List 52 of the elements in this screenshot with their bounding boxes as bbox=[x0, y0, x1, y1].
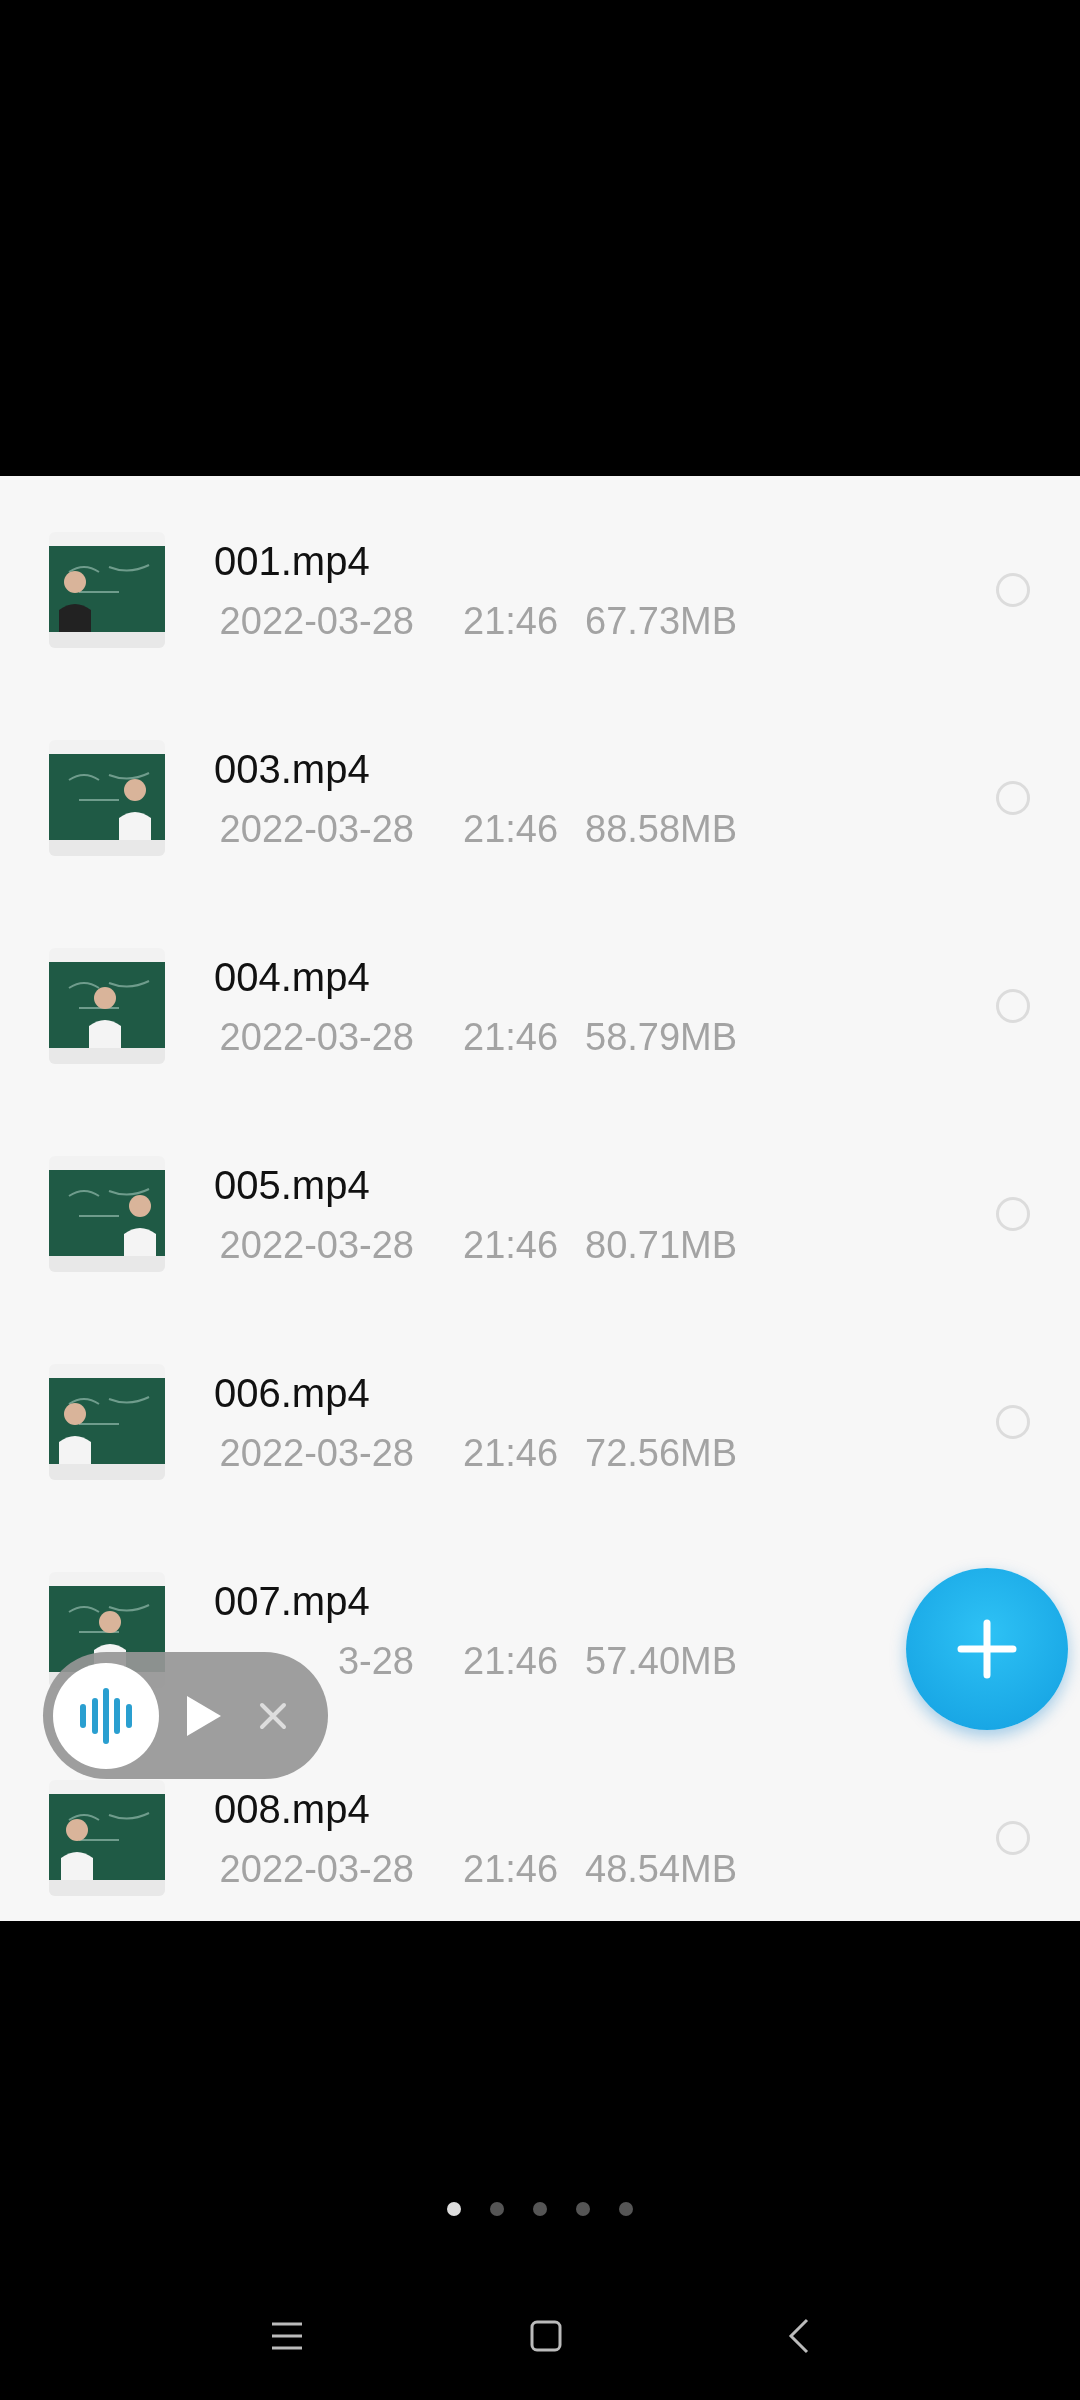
file-name: 001.mp4 bbox=[214, 538, 371, 585]
waveform-icon[interactable] bbox=[53, 1662, 159, 1769]
file-row[interactable]: 006.mp4 2022-03-28 21:46 72.56MB bbox=[0, 1318, 1080, 1526]
file-date: 2022-03-28 bbox=[218, 807, 414, 851]
file-row[interactable]: 008.mp4 2022-03-28 21:46 48.54MB bbox=[0, 1734, 1080, 1921]
file-date: 2022-03-28 bbox=[218, 599, 414, 643]
file-date: 3-28 bbox=[336, 1639, 414, 1683]
radio-button[interactable] bbox=[996, 1197, 1030, 1231]
file-date: 2022-03-28 bbox=[218, 1431, 414, 1475]
file-size: 67.73MB bbox=[585, 599, 738, 643]
radio-button[interactable] bbox=[996, 989, 1030, 1023]
file-name: 005.mp4 bbox=[214, 1162, 371, 1209]
close-icon[interactable] bbox=[259, 1701, 287, 1730]
file-size: 57.40MB bbox=[585, 1639, 738, 1683]
radio-button[interactable] bbox=[996, 1821, 1030, 1855]
file-row[interactable]: 005.mp4 2022-03-28 21:46 80.71MB bbox=[0, 1110, 1080, 1318]
play-icon[interactable] bbox=[185, 1693, 223, 1738]
back-icon[interactable] bbox=[788, 2318, 810, 2354]
radio-button[interactable] bbox=[996, 781, 1030, 815]
radio-button[interactable] bbox=[996, 1405, 1030, 1439]
page-dot[interactable] bbox=[576, 2202, 590, 2216]
radio-button[interactable] bbox=[996, 573, 1030, 607]
menu-icon[interactable] bbox=[270, 2321, 304, 2351]
file-time: 21:46 bbox=[463, 599, 560, 643]
file-size: 88.58MB bbox=[585, 807, 738, 851]
file-date: 2022-03-28 bbox=[218, 1223, 414, 1267]
file-size: 72.56MB bbox=[585, 1431, 738, 1475]
home-icon[interactable] bbox=[530, 2320, 562, 2352]
file-row[interactable]: 004.mp4 2022-03-28 21:46 58.79MB bbox=[0, 902, 1080, 1110]
file-time: 21:46 bbox=[463, 1639, 560, 1683]
file-time: 21:46 bbox=[463, 1223, 560, 1267]
page-dot[interactable] bbox=[447, 2202, 461, 2216]
file-size: 58.79MB bbox=[585, 1015, 738, 1059]
file-size: 80.71MB bbox=[585, 1223, 738, 1267]
file-row[interactable]: 001.mp4 2022-03-28 21:46 67.73MB bbox=[0, 486, 1080, 694]
file-name: 004.mp4 bbox=[214, 954, 371, 1001]
page-dot[interactable] bbox=[619, 2202, 633, 2216]
file-date: 2022-03-28 bbox=[218, 1847, 414, 1891]
file-name: 006.mp4 bbox=[214, 1370, 371, 1417]
file-time: 21:46 bbox=[463, 1431, 560, 1475]
file-size: 48.54MB bbox=[585, 1847, 738, 1891]
file-row[interactable]: 003.mp4 2022-03-28 21:46 88.58MB bbox=[0, 694, 1080, 902]
file-name: 008.mp4 bbox=[214, 1786, 371, 1833]
page-dot[interactable] bbox=[490, 2202, 504, 2216]
file-time: 21:46 bbox=[463, 1847, 560, 1891]
file-time: 21:46 bbox=[463, 807, 560, 851]
file-name: 003.mp4 bbox=[214, 746, 371, 793]
file-name: 007.mp4 bbox=[214, 1578, 371, 1625]
page-dot[interactable] bbox=[533, 2202, 547, 2216]
plus-icon bbox=[957, 1619, 1017, 1679]
file-time: 21:46 bbox=[463, 1015, 560, 1059]
file-date: 2022-03-28 bbox=[218, 1015, 414, 1059]
